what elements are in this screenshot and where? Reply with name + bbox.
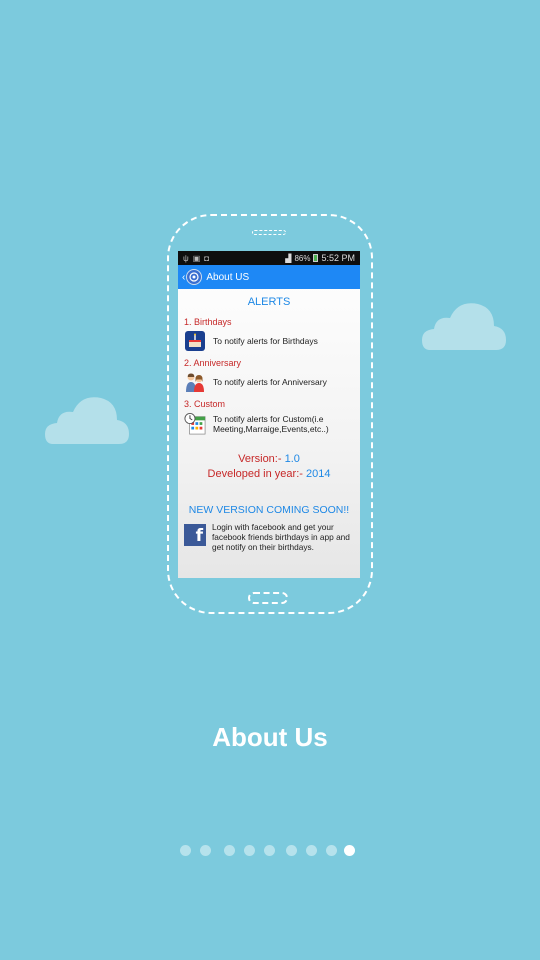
page-dot[interactable] (306, 845, 317, 856)
status-bar: ψ ▣ ◘ ▟ 86% 5:52 PM (178, 251, 360, 265)
facebook-icon[interactable]: f (184, 524, 206, 546)
phone-home-button (248, 592, 288, 604)
list-item: To notify alerts for Custom(i.e Meeting,… (184, 412, 354, 436)
calendar-clock-icon (184, 413, 206, 435)
facebook-login-row[interactable]: f Login with facebook and get your faceb… (184, 522, 354, 552)
version-info: Version:- 1.0 Developed in year:- 2014 (184, 452, 354, 482)
page-dot[interactable] (286, 845, 297, 856)
version-value: 1.0 (284, 453, 300, 465)
alerts-heading: ALERTS (247, 296, 291, 308)
battery-percent: 86% (294, 253, 311, 263)
item-title-birthdays: 1. Birthdays (184, 317, 232, 327)
app-logo-icon[interactable] (186, 269, 203, 285)
app-notification-icon: ◘ (204, 253, 210, 263)
page-dot[interactable] (244, 845, 255, 856)
status-time: 5:52 PM (321, 253, 355, 263)
item-title-anniversary: 2. Anniversary (184, 358, 242, 368)
image-icon: ▣ (192, 253, 201, 263)
page-indicator[interactable] (180, 845, 360, 857)
signal-icon: ▟ (285, 253, 292, 263)
facebook-login-text: Login with facebook and get your faceboo… (212, 522, 350, 552)
page-dot[interactable] (344, 845, 355, 856)
item-title-custom: 3. Custom (184, 399, 226, 409)
year-value: 2014 (305, 468, 331, 480)
list-item: To notify alerts for Anniversary (184, 371, 354, 393)
page-dot[interactable] (326, 845, 337, 856)
new-version-notice: NEW VERSION COMING SOON!! (188, 504, 350, 516)
item-text-birthdays: To notify alerts for Birthdays (213, 336, 318, 346)
page-dot[interactable] (224, 845, 235, 856)
phone-screen: ψ ▣ ◘ ▟ 86% 5:52 PM ‹ About US ALERTS 1.… (178, 251, 360, 578)
year-label: Developed in year:- (207, 468, 303, 480)
back-icon[interactable]: ‹ (182, 272, 185, 283)
cloud-right (422, 303, 506, 350)
couple-icon (186, 373, 204, 392)
usb-icon: ψ (183, 253, 189, 263)
actionbar-title: About US (206, 271, 250, 283)
page-dot[interactable] (264, 845, 275, 856)
page-dot[interactable] (180, 845, 191, 856)
page-title: About Us (212, 722, 328, 752)
item-text-custom: To notify alerts for Custom(i.e Meeting,… (213, 414, 329, 434)
about-content: ALERTS 1. Birthdays To notify alerts for… (178, 296, 360, 552)
cloud-left (45, 397, 129, 444)
item-text-anniversary: To notify alerts for Anniversary (213, 377, 327, 387)
battery-icon (313, 254, 319, 262)
page-dot[interactable] (200, 845, 211, 856)
action-bar: ‹ About US (178, 265, 360, 289)
birthday-cake-icon (185, 331, 205, 351)
list-item: To notify alerts for Birthdays (184, 330, 354, 352)
version-label: Version:- (238, 453, 282, 465)
phone-speaker (252, 230, 286, 235)
